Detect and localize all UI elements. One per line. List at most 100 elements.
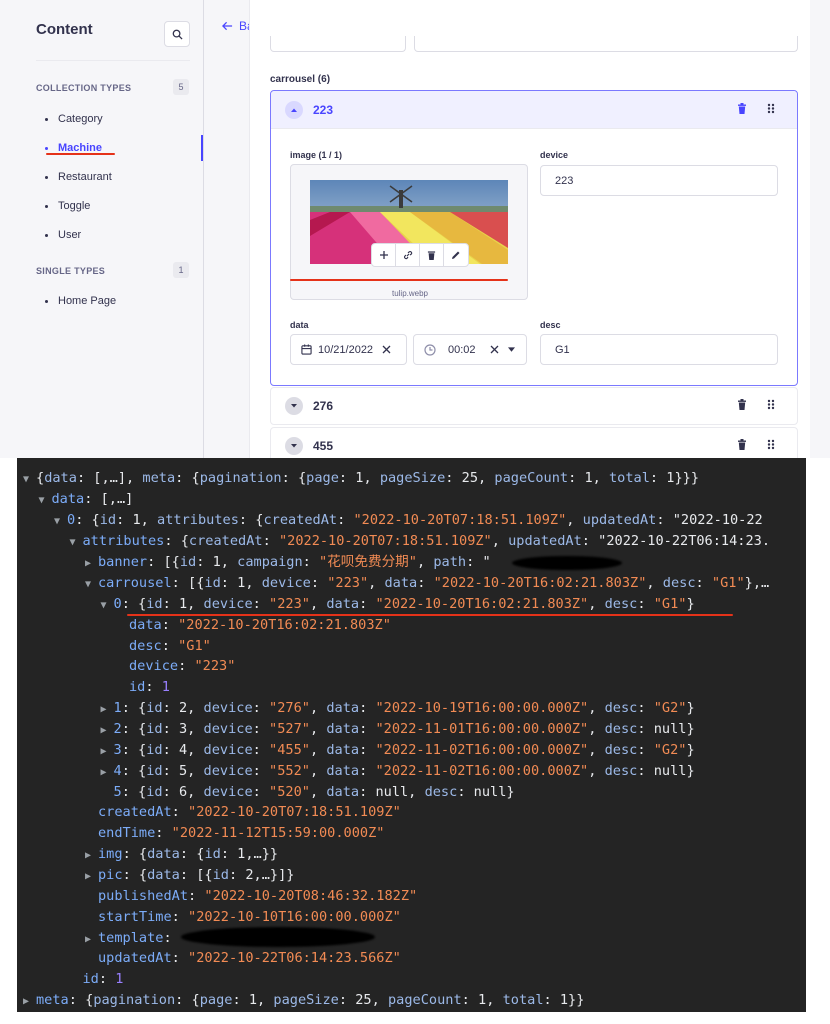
accordion-header[interactable]: 223 [271,91,797,129]
console-line-text: device: "223" [129,658,236,674]
console-line-text: data: [,…] [51,491,134,507]
link-icon[interactable] [396,244,420,266]
console-line: startTime: "2022-10-10T16:00:00.000Z" [85,907,401,927]
expand-triangle-closed-icon[interactable]: ▶ [85,846,98,866]
expand-triangle-closed-icon[interactable]: ▶ [23,992,36,1012]
console-line[interactable]: ▼ data: [,…] [39,489,134,509]
console-line[interactable]: ▼ {data: [,…], meta: {pagination: {page: … [23,468,699,488]
plus-icon[interactable] [372,244,396,266]
expand-triangle-closed-icon[interactable]: ▶ [85,554,98,574]
sidebar-item-label: User [58,229,82,241]
chevron-down-icon[interactable] [285,397,303,415]
sidebar-item-label: Home Page [58,295,117,307]
console-line-text: 4: {id: 5, device: "552", data: "2022-11… [113,763,695,779]
console-line: createdAt: "2022-10-20T07:18:51.109Z" [85,802,401,822]
console-line[interactable]: ▶ img: {data: {id: 1,…}} [85,844,278,864]
expand-triangle-open-icon[interactable]: ▼ [23,470,36,490]
sidebar-item-restaurant[interactable]: Restaurant [18,164,203,190]
desc-input[interactable]: G1 [540,334,778,365]
annotation-underline [127,614,733,616]
trash-icon[interactable] [737,397,747,415]
annotation-underline [290,279,508,281]
accordion-title: 223 [313,102,334,117]
expand-triangle-closed-icon[interactable]: ▶ [101,742,114,762]
image-actions [371,243,469,267]
console-line[interactable]: ▶ pic: {data: [{id: 2,…}]} [85,865,294,885]
image-label: image (1 / 1) [290,150,343,160]
field-input[interactable] [414,36,798,52]
chevron-up-icon[interactable] [285,100,303,119]
field-input[interactable] [270,36,406,52]
expand-triangle-closed-icon[interactable]: ▶ [85,867,98,887]
expand-triangle-open-icon[interactable]: ▼ [39,491,52,511]
trash-icon[interactable] [737,101,747,119]
data-label: data [290,320,309,330]
expand-triangle-open-icon[interactable]: ▼ [54,512,67,532]
sidebar-item-toggle[interactable]: Toggle [18,193,203,219]
carrousel-item-closed[interactable]: 455 [270,427,798,458]
bullet-icon [45,233,48,237]
expand-triangle-open-icon[interactable]: ▼ [85,575,98,595]
console-line-text: 1: {id: 2, device: "276", data: "2022-10… [113,700,695,716]
console-line-text: template: [98,930,172,946]
console-line[interactable]: ▶ template: [85,928,172,948]
console-line[interactable]: ▼ carrousel: [{id: 1, device: "223", data… [85,573,769,593]
expand-triangle-closed-icon[interactable]: ▶ [101,700,114,720]
console-line[interactable]: ▶ 3: {id: 4, device: "455", data: "2022-1… [101,740,695,760]
console-line[interactable]: ▼ 0: {id: 1, device: "223", data: "2022-1… [101,594,695,614]
console-line[interactable]: ▶ meta: {pagination: {page: 1, pageSize: … [23,990,584,1010]
drag-icon[interactable] [767,101,775,119]
console-line-text: startTime: "2022-10-10T16:00:00.000Z" [98,909,401,925]
bullet-icon [45,299,48,303]
console-line[interactable]: ▶ banner: [{id: 1, campaign: "花呗免费分期", pa… [85,552,491,572]
carrousel-item-closed[interactable]: 276 [270,387,798,425]
console-line[interactable]: ▼ attributes: {createdAt: "2022-10-20T07:… [70,531,771,551]
trash-icon[interactable] [737,437,747,455]
console-line-text: updatedAt: "2022-10-22T06:14:23.566Z" [98,950,401,966]
sidebar-item-home-page[interactable]: Home Page [18,288,203,314]
chevron-down-icon[interactable] [285,437,303,455]
expand-triangle-closed-icon[interactable]: ▶ [101,763,114,783]
console-line[interactable]: ▶ 4: {id: 5, device: "552", data: "2022-1… [101,761,695,781]
device-input[interactable]: 223 [540,165,778,196]
clear-icon[interactable] [382,345,391,354]
pencil-icon[interactable] [444,244,468,266]
collection-types-count: 5 [173,79,189,95]
caret-down-icon[interactable] [507,347,515,352]
search-button[interactable] [164,21,190,47]
bullet-icon [45,146,48,150]
expand-triangle-closed-icon[interactable]: ▶ [85,930,98,950]
trash-icon[interactable] [420,244,444,266]
carrousel-label: carrousel (6) [270,74,331,85]
console-line[interactable]: ▼ 0: {id: 1, attributes: {createdAt: "202… [54,510,763,530]
console-line-text: banner: [{id: 1, campaign: "花呗免费分期", pat… [98,554,491,570]
console-line: desc: "G1" [116,636,211,656]
expand-triangle-open-icon[interactable]: ▼ [101,596,114,616]
drag-icon[interactable] [767,437,775,455]
content-sidebar: Content COLLECTION TYPES 5 Category Mach… [18,0,204,458]
console-line[interactable]: ▶ 1: {id: 2, device: "276", data: "2022-1… [101,698,695,718]
sidebar-item-machine[interactable]: Machine [18,135,203,161]
date-picker[interactable]: 10/21/2022 [290,334,407,365]
sidebar-item-user[interactable]: User [18,222,203,248]
edit-view: Back API ID : machine carrousel (6) 223 … [204,0,830,458]
console-line: id: 1 [70,969,124,989]
expand-triangle-open-icon[interactable]: ▼ [70,533,83,553]
console-line[interactable]: ▶ 2: {id: 3, device: "527", data: "2022-1… [101,719,695,739]
drag-icon[interactable] [767,397,775,415]
sidebar-item-category[interactable]: Category [18,106,203,132]
clear-icon[interactable] [490,345,499,354]
console-line-text: 3: {id: 4, device: "455", data: "2022-11… [113,742,695,758]
console-line-text: carrousel: [{id: 1, device: "223", data:… [98,575,770,591]
expand-triangle-closed-icon[interactable]: ▶ [101,721,114,741]
time-picker[interactable]: 00:02 [413,334,527,365]
cms-editor: Content COLLECTION TYPES 5 Category Mach… [0,0,830,458]
calendar-icon [301,344,312,355]
accordion-title: 276 [313,399,334,413]
console-line: data: "2022-10-20T16:02:21.803Z" [116,615,391,635]
